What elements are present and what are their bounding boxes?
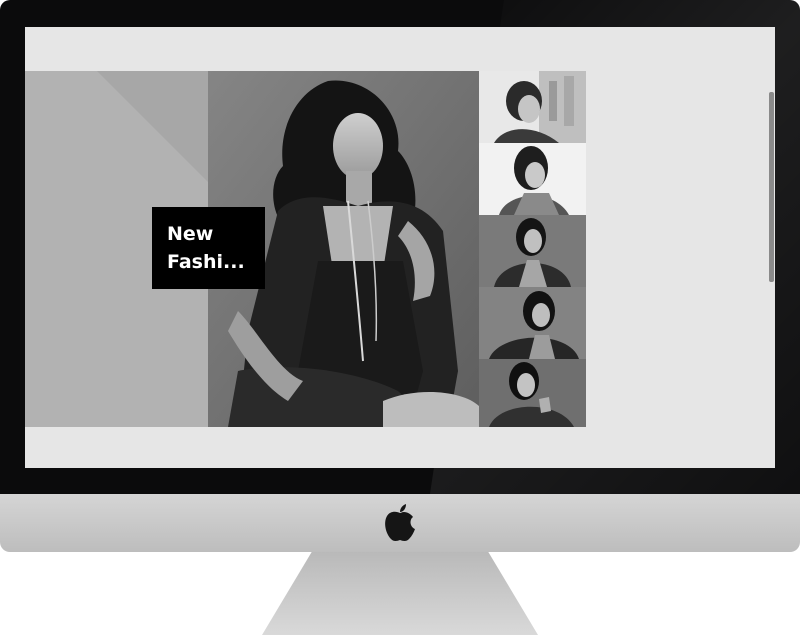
vertical-scrollbar[interactable] [769,92,774,282]
thumbnail-2[interactable] [479,143,586,215]
thumbnail-strip [479,71,586,427]
slide-title-box[interactable]: New Fashi... [152,207,265,289]
thumbnail-5[interactable] [479,359,586,427]
thumbnail-4[interactable] [479,287,586,359]
thumbnail-3[interactable] [479,215,586,287]
slide-title: New Fashi... [167,223,245,273]
thumbnail-1[interactable] [479,71,586,143]
apple-logo-icon [385,504,415,541]
imac-monitor: New Fashi... [0,0,800,552]
screen: New Fashi... [25,27,775,468]
monitor-stand [262,552,538,635]
